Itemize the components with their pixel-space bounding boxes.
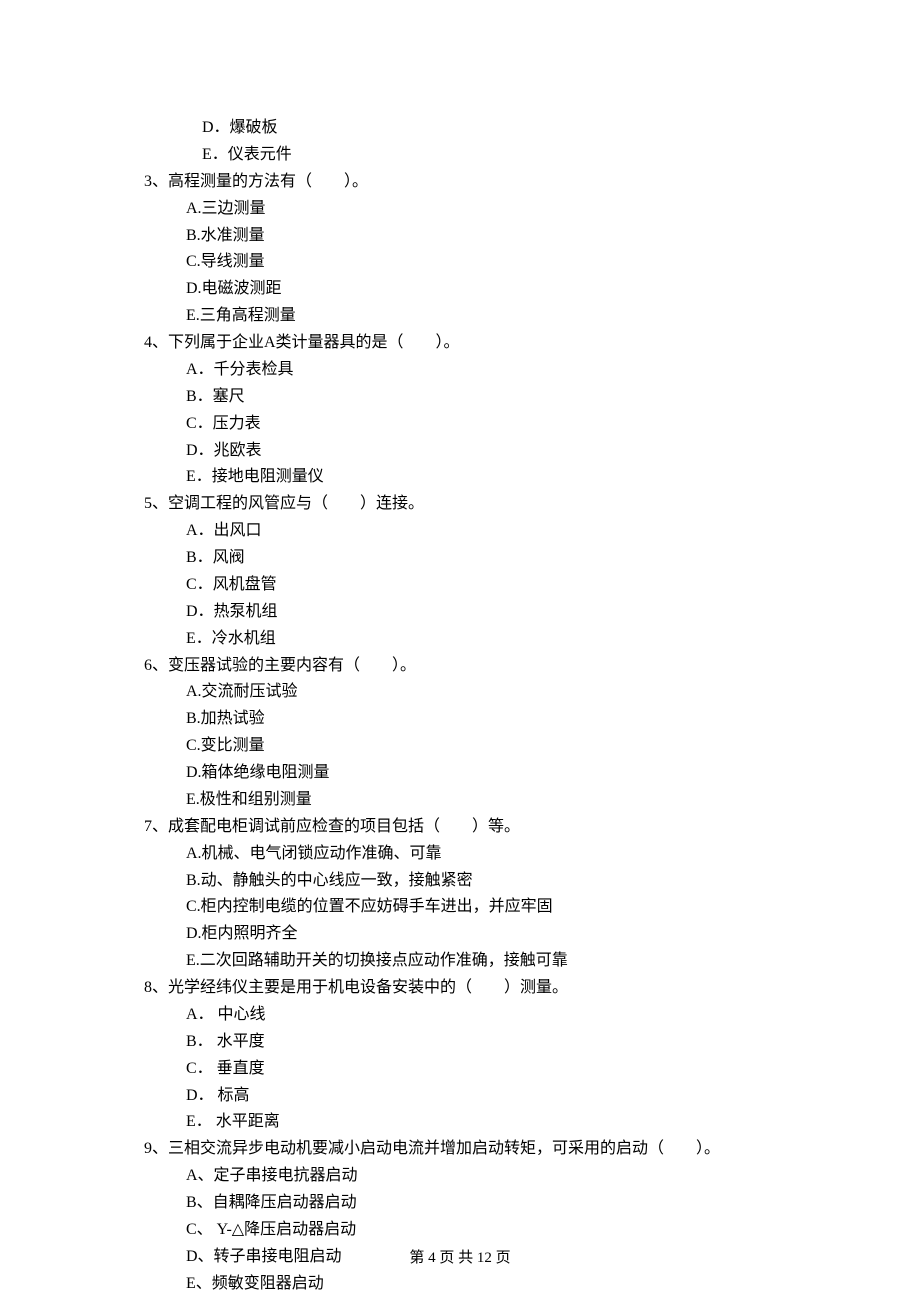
q7-option-a: A.机械、电气闭锁应动作准确、可靠 xyxy=(144,841,776,868)
q8-option-a: A． 中心线 xyxy=(144,1002,776,1029)
q4-option-b: B．塞尺 xyxy=(144,384,776,411)
q5-option-e: E．冷水机组 xyxy=(144,626,776,653)
q9-option-e: E、频敏变阻器启动 xyxy=(144,1271,776,1298)
q2-option-d: D．爆破板 xyxy=(144,115,776,142)
q8-option-e: E． 水平距离 xyxy=(144,1109,776,1136)
q6-option-e: E.极性和组别测量 xyxy=(144,787,776,814)
q5-option-a: A．出风口 xyxy=(144,518,776,545)
q6-option-d: D.箱体绝缘电阻测量 xyxy=(144,760,776,787)
q8-option-c: C． 垂直度 xyxy=(144,1056,776,1083)
q3-option-a: A.三边测量 xyxy=(144,196,776,223)
q6-option-a: A.交流耐压试验 xyxy=(144,679,776,706)
q9-option-a: A、定子串接电抗器启动 xyxy=(144,1163,776,1190)
q6-option-c: C.变比测量 xyxy=(144,733,776,760)
q9-option-c: C、 Y-△降压启动器启动 xyxy=(144,1217,776,1244)
q6-option-b: B.加热试验 xyxy=(144,706,776,733)
q3-option-d: D.电磁波测距 xyxy=(144,276,776,303)
q3-option-c: C.导线测量 xyxy=(144,249,776,276)
page-footer: 第 4 页 共 12 页 xyxy=(0,1246,920,1267)
q3-option-b: B.水准测量 xyxy=(144,223,776,250)
q8-option-b: B． 水平度 xyxy=(144,1029,776,1056)
q4-option-a: A．千分表检具 xyxy=(144,357,776,384)
q2-option-e: E．仪表元件 xyxy=(144,142,776,169)
q3-option-e: E.三角高程测量 xyxy=(144,303,776,330)
q5-option-b: B．风阀 xyxy=(144,545,776,572)
q9-stem: 9、三相交流异步电动机要减小启动电流并增加启动转矩，可采用的启动（ ）。 xyxy=(144,1136,776,1163)
q4-stem: 4、下列属于企业A类计量器具的是（ ）。 xyxy=(144,330,776,357)
q6-stem: 6、变压器试验的主要内容有（ ）。 xyxy=(144,653,776,680)
q7-option-b: B.动、静触头的中心线应一致，接触紧密 xyxy=(144,868,776,895)
q5-stem: 5、空调工程的风管应与（ ）连接。 xyxy=(144,491,776,518)
q4-option-d: D．兆欧表 xyxy=(144,438,776,465)
q4-option-e: E．接地电阻测量仪 xyxy=(144,464,776,491)
q3-stem: 3、高程测量的方法有（ ）。 xyxy=(144,169,776,196)
q5-option-d: D．热泵机组 xyxy=(144,599,776,626)
q7-stem: 7、成套配电柜调试前应检查的项目包括（ ）等。 xyxy=(144,814,776,841)
q4-option-c: C．压力表 xyxy=(144,411,776,438)
q9-option-b: B、自耦降压启动器启动 xyxy=(144,1190,776,1217)
q8-option-d: D． 标高 xyxy=(144,1083,776,1110)
q7-option-d: D.柜内照明齐全 xyxy=(144,921,776,948)
q7-option-c: C.柜内控制电缆的位置不应妨碍手车进出，并应牢固 xyxy=(144,894,776,921)
q7-option-e: E.二次回路辅助开关的切换接点应动作准确，接触可靠 xyxy=(144,948,776,975)
page-content: D．爆破板 E．仪表元件 3、高程测量的方法有（ ）。 A.三边测量 B.水准测… xyxy=(0,0,920,1298)
q8-stem: 8、光学经纬仪主要是用于机电设备安装中的（ ）测量。 xyxy=(144,975,776,1002)
q5-option-c: C．风机盘管 xyxy=(144,572,776,599)
